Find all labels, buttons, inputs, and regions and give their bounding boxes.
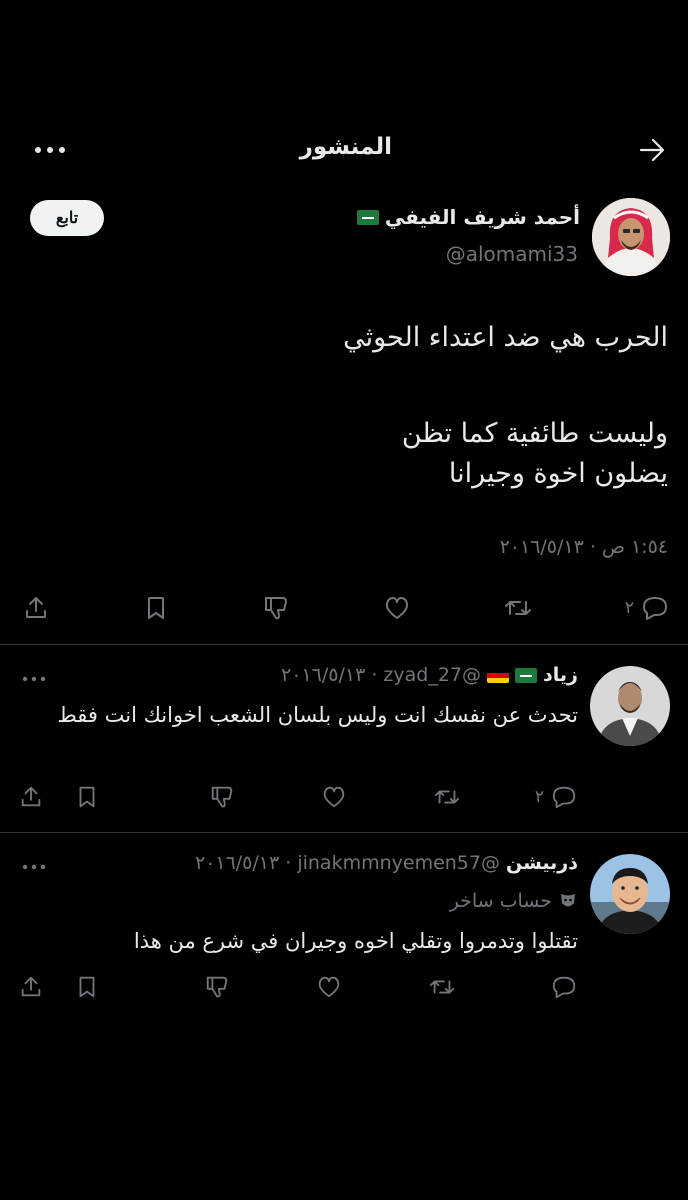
bookmark-icon[interactable] bbox=[142, 594, 170, 622]
share-icon[interactable] bbox=[18, 784, 44, 810]
more-options-icon[interactable] bbox=[20, 858, 50, 876]
reply-action[interactable]: ٢ bbox=[535, 784, 578, 810]
author-name[interactable]: أحمد شريف الفيفي bbox=[356, 205, 580, 229]
dislike-icon[interactable] bbox=[262, 594, 290, 622]
retweet-icon[interactable] bbox=[433, 784, 461, 810]
reply-icon bbox=[550, 784, 578, 810]
reply-author-name[interactable]: ذربيشن bbox=[506, 852, 578, 874]
bookmark-icon[interactable] bbox=[74, 974, 100, 1000]
reply-handle-date[interactable]: @zyad_27 · ٢٠١٦/٥/١٣ bbox=[281, 664, 481, 686]
parody-label: حساب ساخر bbox=[450, 890, 578, 912]
reply-actions bbox=[18, 972, 578, 1002]
author-avatar[interactable] bbox=[592, 198, 670, 276]
post-text: الحرب هي ضد اعتداء الحوثي وليست طائفية ك… bbox=[28, 318, 668, 494]
page-title: المنشور bbox=[299, 134, 392, 160]
reply-handle-date[interactable]: @jinakmmnyemen57 · ٢٠١٦/٥/١٣ bbox=[195, 852, 500, 874]
reply-icon bbox=[550, 974, 578, 1000]
parody-mask-icon bbox=[558, 891, 578, 911]
follow-button[interactable]: تابع bbox=[30, 200, 104, 236]
retweet-icon[interactable] bbox=[503, 594, 533, 622]
post-actions: ٢ bbox=[22, 588, 670, 628]
reply-avatar[interactable] bbox=[590, 854, 670, 934]
more-options-icon[interactable] bbox=[32, 138, 72, 162]
reply-avatar[interactable] bbox=[590, 666, 670, 746]
reply-text: تحدث عن نفسك انت وليس بلسان الشعب اخوانك… bbox=[57, 703, 578, 727]
post-line bbox=[28, 358, 668, 398]
dislike-icon[interactable] bbox=[204, 974, 230, 1000]
reply-text: تقتلوا وتدمروا وتقلي اخوه وجيران في شرع … bbox=[133, 929, 578, 953]
like-icon[interactable] bbox=[321, 784, 347, 810]
reply-author-name[interactable]: زياد bbox=[543, 664, 578, 686]
reply-action[interactable]: ٢ bbox=[625, 594, 670, 622]
share-icon[interactable] bbox=[18, 974, 44, 1000]
post-line: وليست طائفية كما تظن bbox=[401, 418, 668, 449]
author-handle[interactable]: @alomami33 bbox=[446, 242, 578, 266]
like-icon[interactable] bbox=[383, 594, 411, 622]
more-options-icon[interactable] bbox=[20, 670, 50, 688]
saudi-flag-icon bbox=[356, 209, 379, 225]
reply-actions: ٢ bbox=[18, 782, 578, 812]
retweet-icon[interactable] bbox=[428, 974, 456, 1000]
reply-header: زياد @zyad_27 · ٢٠١٦/٥/١٣ bbox=[281, 664, 578, 686]
reply-icon bbox=[640, 594, 670, 622]
like-icon[interactable] bbox=[316, 974, 342, 1000]
saudi-flag-icon bbox=[515, 667, 538, 683]
post-timestamp[interactable]: ١:٥٤ ص · ٢٠١٦/٥/١٣ bbox=[500, 536, 668, 558]
bookmark-icon[interactable] bbox=[74, 784, 100, 810]
divider bbox=[0, 644, 688, 645]
reply-action[interactable] bbox=[550, 974, 578, 1000]
share-icon[interactable] bbox=[22, 594, 50, 622]
back-arrow-icon[interactable] bbox=[636, 134, 668, 166]
divider bbox=[0, 832, 688, 833]
german-flag-icon bbox=[487, 667, 510, 683]
post-line: يضلون اخوة وجيرانا bbox=[448, 458, 668, 489]
author-name-text: أحمد شريف الفيفي bbox=[384, 205, 580, 229]
dislike-icon[interactable] bbox=[209, 784, 235, 810]
post-line: الحرب هي ضد اعتداء الحوثي bbox=[343, 322, 668, 353]
reply-count: ٢ bbox=[534, 787, 544, 807]
reply-header: ذربيشن @jinakmmnyemen57 · ٢٠١٦/٥/١٣ bbox=[195, 852, 578, 874]
parody-label-text: حساب ساخر bbox=[449, 890, 552, 912]
reply-count: ٢ bbox=[624, 598, 634, 618]
